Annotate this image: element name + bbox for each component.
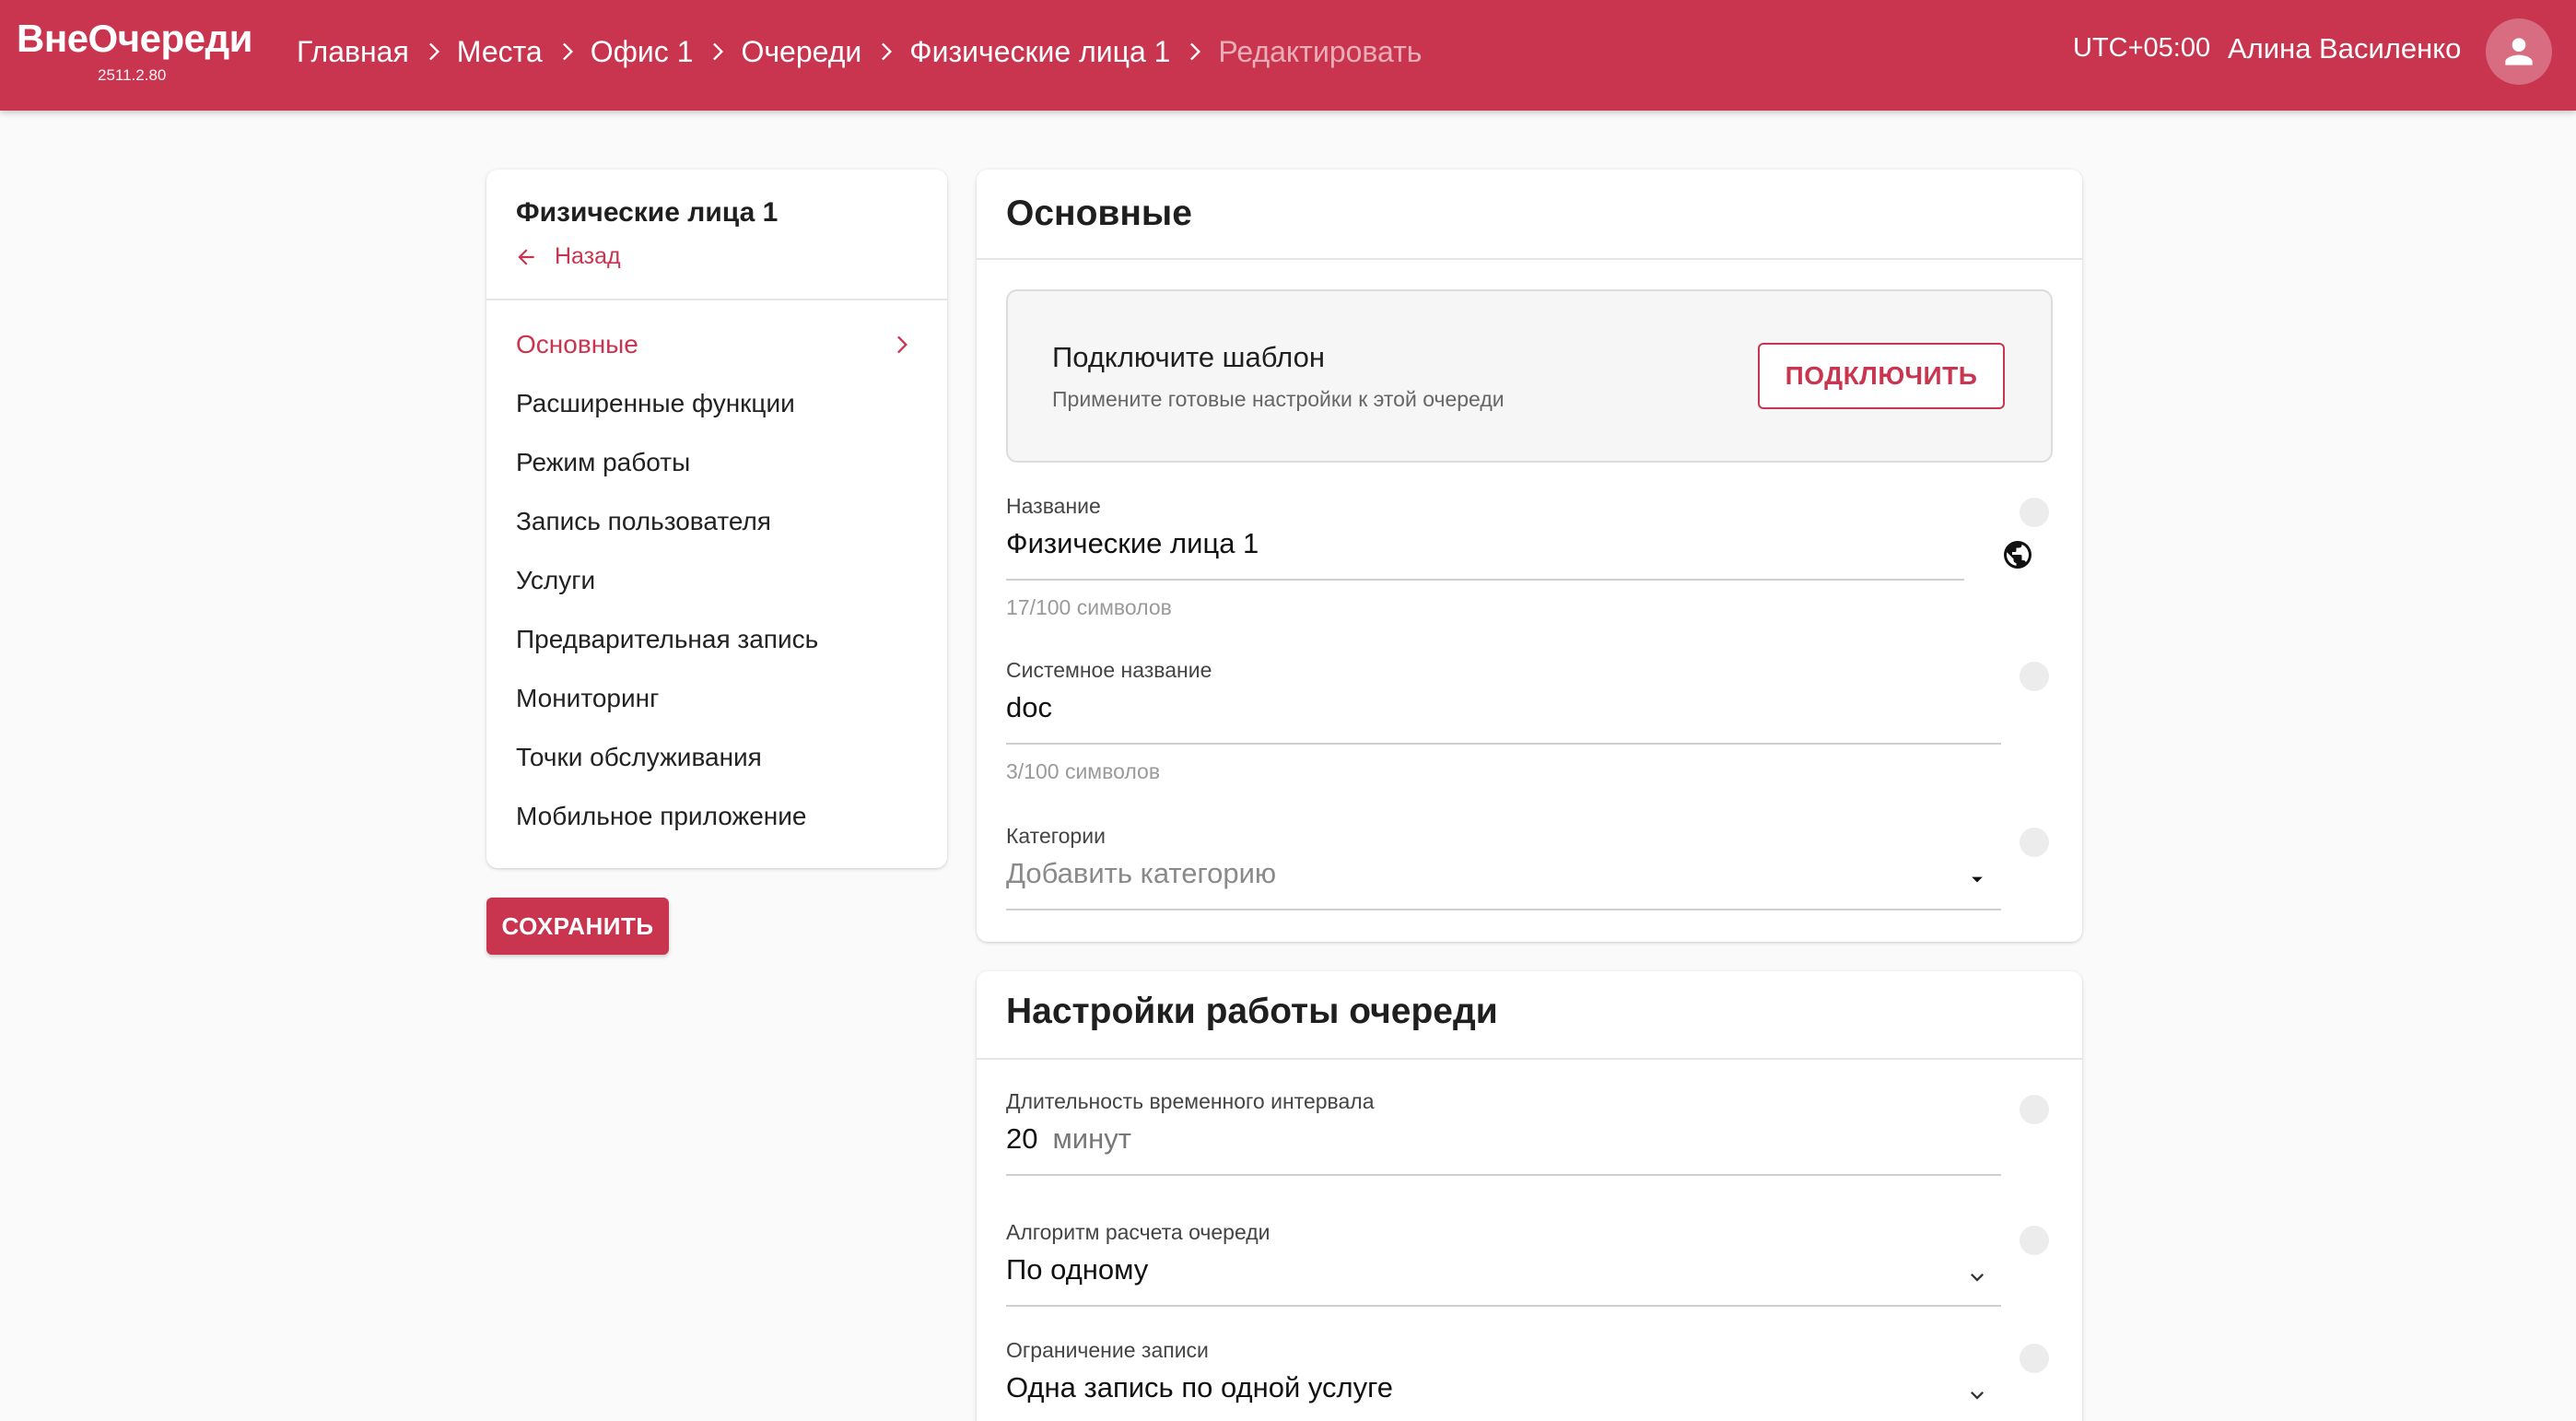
section-title: Настройки работы очереди xyxy=(1006,992,1498,1031)
template-banner: Подключите шаблон Примените готовые наст… xyxy=(1006,289,2053,463)
arrow-left-icon xyxy=(518,248,534,265)
settings-nav-list: Основные Расширенные функции Режим работ… xyxy=(486,315,947,846)
info-icon[interactable] xyxy=(2020,662,2049,691)
save-button[interactable]: СОХРАНИТЬ xyxy=(486,898,669,955)
field-label: Длительность временного интервала xyxy=(1006,1089,1375,1113)
field-label: Категории xyxy=(1006,824,1106,848)
info-icon[interactable] xyxy=(2020,1095,2049,1124)
nav-item-label: Точки обслуживания xyxy=(516,743,762,771)
nav-item-label: Запись пользователя xyxy=(516,507,771,535)
nav-item-label: Основные xyxy=(516,330,638,358)
app-version: 2511.2.80 xyxy=(98,66,167,84)
nav-item-services[interactable]: Услуги xyxy=(486,551,947,610)
timezone-label[interactable]: UTC+05:00 xyxy=(2073,33,2210,64)
info-icon[interactable] xyxy=(2020,1344,2049,1373)
booking-limit-select[interactable]: Одна запись по одной услуге xyxy=(1006,1371,1393,1404)
globe-icon[interactable] xyxy=(2001,538,2034,571)
user-name[interactable]: Алина Василенко xyxy=(2228,32,2461,65)
chevron-right-icon xyxy=(548,33,585,70)
top-app-bar: ВнеОчереди 2511.2.80 Главная Места Офис … xyxy=(0,0,2576,111)
connect-template-button[interactable]: ПОДКЛЮЧИТЬ xyxy=(1758,343,2005,409)
app-logo[interactable]: ВнеОчереди xyxy=(17,17,256,61)
breadcrumb-office[interactable]: Офис 1 xyxy=(591,35,694,69)
field-label: Алгоритм расчета очереди xyxy=(1006,1220,1270,1244)
nav-item-monitoring[interactable]: Мониторинг xyxy=(486,669,947,728)
caret-down-icon[interactable] xyxy=(1964,866,1990,892)
breadcrumb-home[interactable]: Главная xyxy=(297,35,409,69)
nav-item-label: Мониторинг xyxy=(516,684,660,712)
chevron-right-icon xyxy=(415,33,451,70)
nav-item-advanced[interactable]: Расширенные функции xyxy=(486,374,947,433)
chevron-right-icon xyxy=(867,33,904,70)
char-counter: 17/100 символов xyxy=(1006,595,1172,619)
nav-item-mobile-app[interactable]: Мобильное приложение xyxy=(486,787,947,846)
char-counter: 3/100 символов xyxy=(1006,759,1161,783)
nav-item-label: Мобильное приложение xyxy=(516,802,807,830)
field-label: Название xyxy=(1006,494,1101,518)
breadcrumb-places[interactable]: Места xyxy=(457,35,543,69)
chevron-right-icon xyxy=(698,33,735,70)
nav-item-basic[interactable]: Основные xyxy=(486,315,947,374)
template-description: Примените готовые настройки к этой очере… xyxy=(1052,387,1505,411)
chevron-right-icon xyxy=(1176,33,1212,70)
field-label: Ограничение записи xyxy=(1006,1338,1209,1362)
nav-item-service-points[interactable]: Точки обслуживания xyxy=(486,728,947,787)
input-underline xyxy=(1006,743,2001,745)
divider xyxy=(486,299,947,300)
name-input[interactable]: Физические лица 1 xyxy=(1006,527,1259,560)
divider xyxy=(977,258,2082,260)
info-icon[interactable] xyxy=(2020,1226,2049,1255)
section-title: Основные xyxy=(1006,194,1192,233)
queue-settings-card: Настройки работы очереди Длительность вр… xyxy=(977,971,2082,1421)
account-icon[interactable] xyxy=(2486,18,2552,85)
input-underline xyxy=(1006,579,1964,581)
breadcrumb-queues[interactable]: Очереди xyxy=(741,35,861,69)
nav-item-schedule[interactable]: Режим работы xyxy=(486,433,947,492)
nav-item-user-booking[interactable]: Запись пользователя xyxy=(486,492,947,551)
chevron-down-icon[interactable] xyxy=(1964,1264,1990,1290)
info-icon[interactable] xyxy=(2020,828,2049,857)
algorithm-select[interactable]: По одному xyxy=(1006,1253,1148,1286)
info-icon[interactable] xyxy=(2020,498,2049,527)
settings-nav-card: Физические лица 1 Назад Основные Расшире… xyxy=(486,170,947,868)
categories-select[interactable]: Добавить категорию xyxy=(1006,857,1276,890)
input-underline xyxy=(1006,1305,2001,1307)
field-label: Системное название xyxy=(1006,658,1212,682)
template-title: Подключите шаблон xyxy=(1052,341,1325,373)
input-underline xyxy=(1006,1174,2001,1176)
breadcrumb: Главная Места Офис 1 Очереди Физические … xyxy=(297,29,1422,74)
interval-input[interactable]: 20 минут xyxy=(1006,1122,1131,1156)
nav-item-label: Предварительная запись xyxy=(516,625,819,653)
queue-title: Физические лица 1 xyxy=(516,197,779,228)
nav-item-label: Расширенные функции xyxy=(516,389,795,417)
chevron-down-icon[interactable] xyxy=(1964,1382,1990,1408)
interval-value: 20 xyxy=(1006,1122,1038,1155)
nav-item-label: Услуги xyxy=(516,566,596,594)
breadcrumb-current: Редактировать xyxy=(1218,34,1423,68)
nav-item-pre-booking[interactable]: Предварительная запись xyxy=(486,610,947,669)
divider xyxy=(977,1058,2082,1060)
back-link[interactable]: Назад xyxy=(514,243,621,270)
back-link-label: Назад xyxy=(555,243,621,269)
input-underline xyxy=(1006,909,2001,910)
interval-unit: минут xyxy=(1052,1122,1131,1155)
basic-settings-card: Основные Подключите шаблон Примените гот… xyxy=(977,170,2082,942)
breadcrumb-queue[interactable]: Физические лица 1 xyxy=(909,35,1170,69)
system-name-input[interactable]: doc xyxy=(1006,691,1052,724)
nav-item-label: Режим работы xyxy=(516,448,691,476)
chevron-right-icon xyxy=(897,335,907,354)
